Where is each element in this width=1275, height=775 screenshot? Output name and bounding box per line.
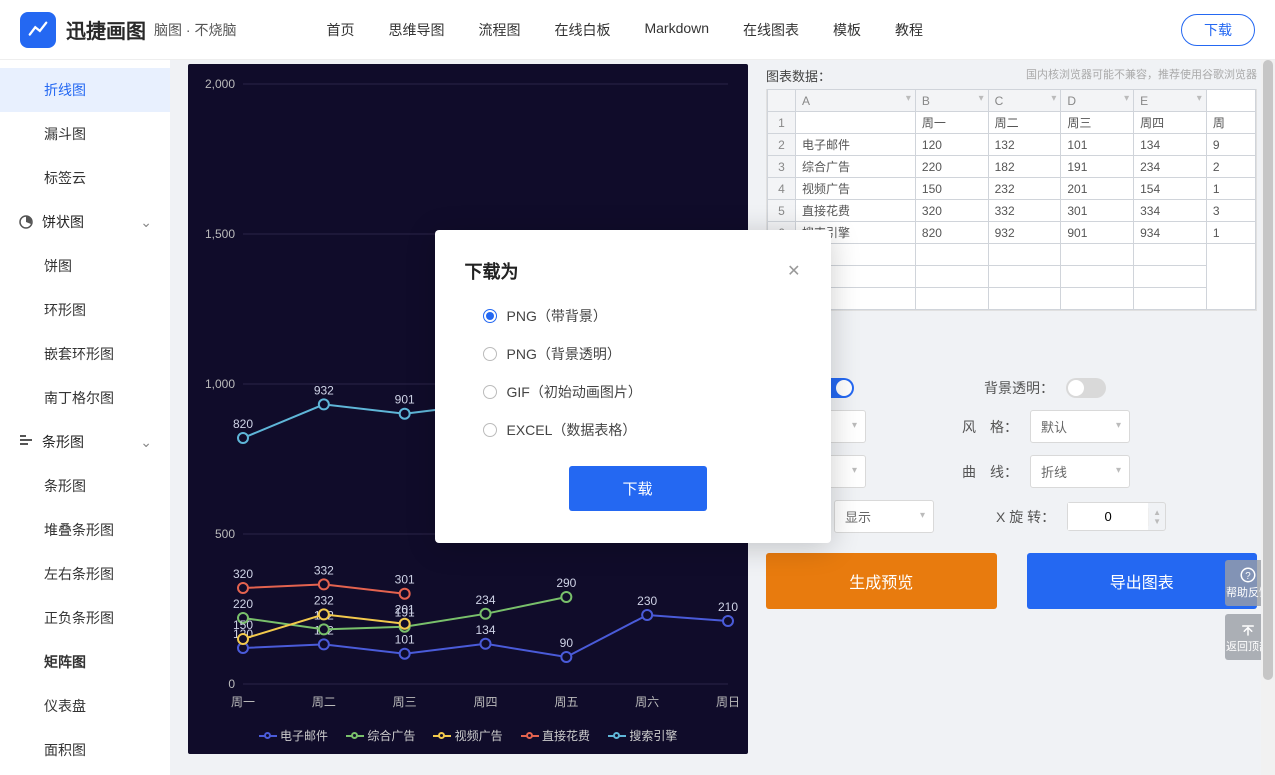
radio-icon (483, 309, 497, 323)
radio-icon (483, 385, 497, 399)
modal-download-button[interactable]: 下载 (569, 466, 707, 511)
radio-icon (483, 347, 497, 361)
download-option-label: GIF（初始动画图片） (507, 382, 642, 402)
download-modal: 下载为 ✕ PNG（带背景） PNG（背景透明） GIF（初始动画图片） EXCEL（… (435, 230, 831, 543)
download-option-label: PNG（背景透明） (507, 344, 621, 364)
download-option-label: EXCEL（数据表格） (507, 420, 637, 440)
radio-icon (483, 423, 497, 437)
download-option[interactable]: GIF（初始动画图片） (483, 382, 801, 402)
download-format-options: PNG（带背景） PNG（背景透明） GIF（初始动画图片） EXCEL（数据表格） (483, 306, 801, 440)
download-option[interactable]: PNG（带背景） (483, 306, 801, 326)
download-option[interactable]: PNG（背景透明） (483, 344, 801, 364)
download-modal-mask: 下载为 ✕ PNG（带背景） PNG（背景透明） GIF（初始动画图片） EXCEL（… (0, 0, 1275, 775)
close-icon[interactable]: ✕ (787, 261, 800, 281)
download-option-label: PNG（带背景） (507, 306, 607, 326)
modal-title: 下载为 (465, 258, 519, 284)
download-option[interactable]: EXCEL（数据表格） (483, 420, 801, 440)
